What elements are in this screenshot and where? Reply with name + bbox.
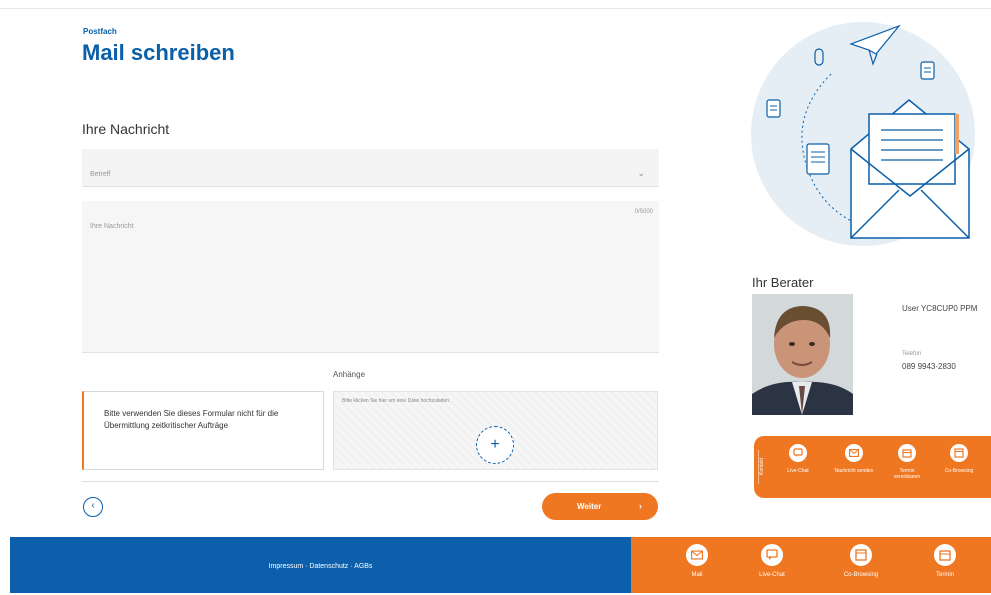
- footer-appointment[interactable]: Termin: [915, 544, 975, 578]
- subject-dropdown[interactable]: Betreff ⌄: [82, 149, 659, 187]
- mail-icon: [686, 544, 708, 566]
- advisor-title: Ihr Berater: [752, 275, 814, 290]
- contact-appointment[interactable]: Termin vereinbaren: [887, 444, 927, 480]
- footer-co-browsing[interactable]: Co-Browsing: [831, 544, 891, 578]
- phone-number[interactable]: 089 9943-2830: [902, 362, 956, 371]
- screen-icon: [950, 444, 968, 462]
- contact-message-label: Nachricht senden: [834, 468, 874, 474]
- chevron-right-icon: ›: [639, 501, 642, 511]
- footer-appointment-label: Termin: [935, 572, 954, 578]
- notice-box: Bitte verwenden Sie dieses Formular nich…: [82, 391, 324, 470]
- mail-icon: [845, 444, 863, 462]
- footer-contact-bar: Mail Live-Chat Co-Browsing Termin: [631, 537, 991, 593]
- calendar-icon: [898, 444, 916, 462]
- footer-co-browsing-label: Co-Browsing: [843, 572, 879, 578]
- upload-area[interactable]: Bitte klicken Sie hier um eine Datei hoc…: [333, 391, 658, 470]
- form-divider: [82, 481, 659, 482]
- next-button[interactable]: Weiter ›: [542, 493, 658, 520]
- breadcrumb[interactable]: Postfach: [83, 27, 117, 36]
- envelope-illustration: [751, 14, 991, 258]
- char-counter: 0/5000: [634, 209, 653, 215]
- contact-co-browsing-label: Co-Browsing: [944, 468, 974, 474]
- message-placeholder: Ihre Nachricht: [90, 223, 134, 230]
- chat-icon: [761, 544, 783, 566]
- calendar-icon: [934, 544, 956, 566]
- subject-placeholder: Betreff: [90, 171, 111, 178]
- section-title: Ihre Nachricht: [82, 121, 170, 137]
- contact-co-browsing[interactable]: Co-Browsing: [939, 444, 979, 474]
- contact-side-label: Kontakt: [758, 450, 768, 484]
- page-title: Mail schreiben: [82, 40, 235, 65]
- phone-label: Telefon: [902, 351, 922, 357]
- footer-mail-label: Mail: [691, 572, 703, 578]
- footer-live-chat[interactable]: Live-Chat: [742, 544, 802, 578]
- chevron-down-icon: ⌄: [637, 168, 645, 178]
- top-divider: [0, 8, 991, 9]
- contact-message[interactable]: Nachricht senden: [834, 444, 874, 474]
- upload-hint: Bitte klicken Sie hier um eine Datei hoc…: [342, 398, 451, 404]
- notice-text: Bitte verwenden Sie dieses Formular nich…: [104, 409, 279, 430]
- screen-icon: [850, 544, 872, 566]
- footer: Impressum · Datenschutz · AGBs: [10, 537, 631, 593]
- attachments-label: Anhänge: [333, 370, 366, 379]
- contact-live-chat-label: Live-Chat: [787, 468, 809, 474]
- contact-bar: Kontakt Live-Chat Nachricht senden Termi…: [754, 436, 991, 498]
- back-button[interactable]: ‹: [83, 497, 103, 517]
- advisor-photo: [752, 294, 853, 415]
- chat-icon: [789, 444, 807, 462]
- footer-live-chat-label: Live-Chat: [759, 572, 785, 578]
- contact-live-chat[interactable]: Live-Chat: [778, 444, 818, 474]
- advisor-name: User YC8CUP0 PPM: [902, 304, 978, 313]
- footer-links[interactable]: Impressum · Datenschutz · AGBs: [10, 563, 631, 570]
- message-textarea[interactable]: 0/5000 Ihre Nachricht: [82, 201, 659, 353]
- footer-mail[interactable]: Mail: [667, 544, 727, 578]
- next-button-label: Weiter: [577, 502, 602, 511]
- contact-appointment-label: Termin vereinbaren: [893, 468, 921, 480]
- add-file-icon[interactable]: +: [476, 426, 514, 464]
